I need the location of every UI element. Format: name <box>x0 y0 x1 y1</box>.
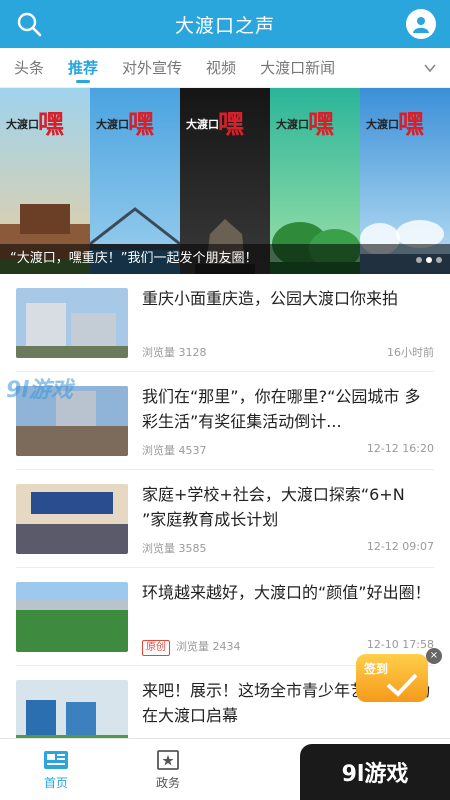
chevron-down-icon[interactable] <box>422 60 438 76</box>
nav-home-label: 首页 <box>43 776 68 790</box>
banner-brand: 大渡口 <box>276 118 309 131</box>
view-count: 浏览量 2434 <box>176 640 241 653</box>
article-item[interactable]: 家庭+学校+社会，大渡口探索“6+N ”家庭教育成长计划 浏览量 3585 12… <box>16 470 434 568</box>
category-tabs: 头条 推荐 对外宣传 视频 大渡口新闻 <box>0 48 450 88</box>
banner-hei: 嘿 <box>38 110 65 140</box>
app-title: 大渡口之声 <box>174 14 275 37</box>
watermark-text: 9l游戏 <box>341 762 409 787</box>
view-count: 浏览量 3585 <box>142 542 207 555</box>
tab-dadukou-news[interactable]: 大渡口新闻 <box>260 48 335 88</box>
banner-brand: 大渡口 <box>6 118 39 131</box>
carousel-dot[interactable] <box>416 257 422 263</box>
tab-recommend[interactable]: 推荐 <box>68 48 98 88</box>
search-icon[interactable] <box>16 11 42 37</box>
publish-time: 16小时前 <box>387 346 434 359</box>
nav-home[interactable]: 首页 <box>0 739 112 800</box>
carousel-dots <box>416 257 442 263</box>
view-count: 浏览量 4537 <box>142 444 207 457</box>
carousel-dot[interactable] <box>436 257 442 263</box>
article-headline: 环境越来越好，大渡口的“颜值”好出圈！ <box>142 583 431 602</box>
banner-carousel[interactable]: 大渡口 嘿 大渡口 嘿 大渡口 嘿 大渡口 嘿 大渡口 嘿 “大渡口，嘿重庆！”… <box>0 88 450 274</box>
banner-hei: 嘿 <box>308 110 335 140</box>
article-thumbnail <box>16 582 128 652</box>
publish-time: 12-12 09:07 <box>366 540 434 553</box>
original-tag: 原创 <box>142 640 170 656</box>
article-headline: 家庭+学校+社会，大渡口探索“6+N ”家庭教育成长计划 <box>142 485 405 529</box>
banner-caption: “大渡口，嘿重庆！”我们一起发个朋友圈！ <box>0 244 450 274</box>
article-headline: 我们在“那里”，你在哪里?“公园城市 多彩生活”有奖征集活动倒计... <box>142 387 421 431</box>
banner-hei: 嘿 <box>218 110 245 140</box>
banner-hei: 嘿 <box>398 110 425 140</box>
article-thumbnail <box>16 288 128 358</box>
app-header: 大渡口之声 <box>0 0 450 48</box>
checkmark-icon <box>386 673 418 697</box>
view-count: 浏览量 3128 <box>142 346 207 359</box>
article-thumbnail <box>16 484 128 554</box>
banner-brand: 大渡口 <box>186 118 219 131</box>
tab-external-publicity[interactable]: 对外宣传 <box>122 48 182 88</box>
article-item[interactable]: 我们在“那里”，你在哪里?“公园城市 多彩生活”有奖征集活动倒计... 浏览量 … <box>16 372 434 470</box>
watermark-logo: 9l游戏 <box>300 744 450 800</box>
banner-hei: 嘿 <box>128 110 155 140</box>
user-avatar-icon[interactable] <box>406 9 436 39</box>
article-meta: 浏览量 3585 12-12 09:07 <box>142 540 434 556</box>
watermark-logo: 9l游戏 <box>6 378 73 403</box>
newspaper-icon <box>44 751 68 769</box>
book-star-icon <box>157 750 179 770</box>
nav-government[interactable]: 政务 <box>112 739 224 800</box>
article-headline: 重庆小面重庆造，公园大渡口你来拍 <box>142 289 399 308</box>
tab-video[interactable]: 视频 <box>206 48 236 88</box>
banner-brand: 大渡口 <box>96 118 129 131</box>
banner-brand: 大渡口 <box>366 118 399 131</box>
checkin-badge[interactable]: 签到 <box>356 654 428 702</box>
article-item[interactable]: 重庆小面重庆造，公园大渡口你来拍 浏览量 3128 16小时前 <box>16 274 434 372</box>
nav-government-label: 政务 <box>155 776 180 790</box>
close-icon[interactable]: × <box>426 648 442 664</box>
tab-headlines[interactable]: 头条 <box>14 48 44 88</box>
article-meta: 浏览量 3128 16小时前 <box>142 344 434 360</box>
publish-time: 12-12 16:20 <box>366 442 434 455</box>
article-meta: 浏览量 4537 12-12 16:20 <box>142 442 434 458</box>
carousel-dot-active[interactable] <box>426 257 432 263</box>
checkin-widget[interactable]: 签到 × <box>350 648 442 714</box>
